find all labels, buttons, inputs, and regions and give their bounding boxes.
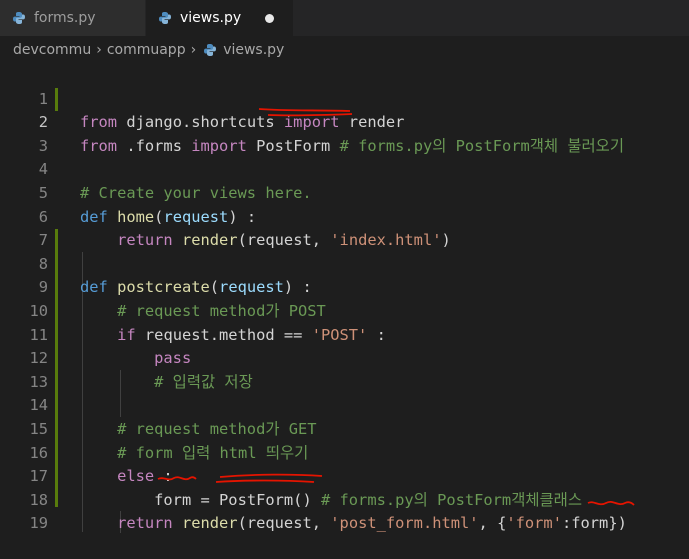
python-file-icon [13, 12, 25, 24]
tab-forms-py[interactable]: forms.py [0, 0, 146, 36]
token: return [117, 514, 173, 533]
code-line: 14 # request method가 GET [0, 371, 689, 438]
chevron-right-icon: › [190, 42, 197, 58]
breadcrumb-item-devcommu[interactable]: devcommu [13, 42, 91, 58]
unsaved-dot-icon[interactable] [265, 13, 275, 23]
token: , [311, 514, 331, 533]
tab-label: views.py [180, 10, 242, 26]
token-form-arg: form [571, 514, 609, 533]
code-line: 5 def home(request) : [0, 158, 689, 226]
tab-views-py[interactable]: views.py [146, 0, 294, 36]
chevron-right-icon: › [96, 42, 102, 58]
code-line: 1 from django.shortcuts import render [0, 64, 689, 132]
code-line: 18 return render(request, 'post_form.htm… [0, 465, 689, 533]
breadcrumb-item-views-py[interactable]: views.py [223, 42, 284, 58]
code-line: 9 # request method가 POST [0, 253, 689, 320]
code-line: 3 [0, 111, 689, 155]
token: render [181, 514, 238, 533]
token: , { [478, 514, 507, 533]
python-file-icon [204, 44, 217, 56]
token: 'post_form.html' [330, 514, 479, 533]
tab-label: forms.py [34, 10, 96, 26]
code-line: 7 [0, 206, 689, 249]
token: 'form' [506, 514, 562, 533]
code-line: 12 # 입력값 저장 [0, 324, 689, 391]
code-line: 16 else : [0, 418, 689, 486]
code-line: 13 [0, 347, 689, 391]
code-line: 2 from .forms import PostForm # forms.py… [0, 88, 689, 155]
token: ( [237, 514, 247, 533]
token: }) [608, 514, 627, 533]
tab-bar: forms.py views.py [0, 0, 689, 36]
code-editor[interactable]: 1 from django.shortcuts import render 2 … [0, 64, 689, 533]
code-line: 17 form = PostForm() # forms.py의 PostFor… [0, 442, 689, 509]
code-line: 15 # form 입력 html 띄우기 [0, 394, 689, 462]
python-file-icon [159, 12, 171, 24]
code-line: 4 # Create your views here. [0, 135, 689, 202]
token: : [561, 514, 572, 533]
code-line: 11 pass [0, 300, 689, 368]
code-line: 8 def postcreate(request) : [0, 229, 689, 297]
line-number: 19 [29, 514, 48, 533]
token: request [246, 514, 312, 533]
breadcrumb-item-commuapp[interactable]: commuapp [107, 42, 186, 58]
code-line: 10 if request.method == 'POST' : [0, 276, 689, 344]
code-line: 19 [0, 489, 689, 532]
breadcrumb: devcommu › commuapp › views.py [0, 36, 689, 64]
code-line: 6 return render(request, 'index.html') [0, 182, 689, 250]
